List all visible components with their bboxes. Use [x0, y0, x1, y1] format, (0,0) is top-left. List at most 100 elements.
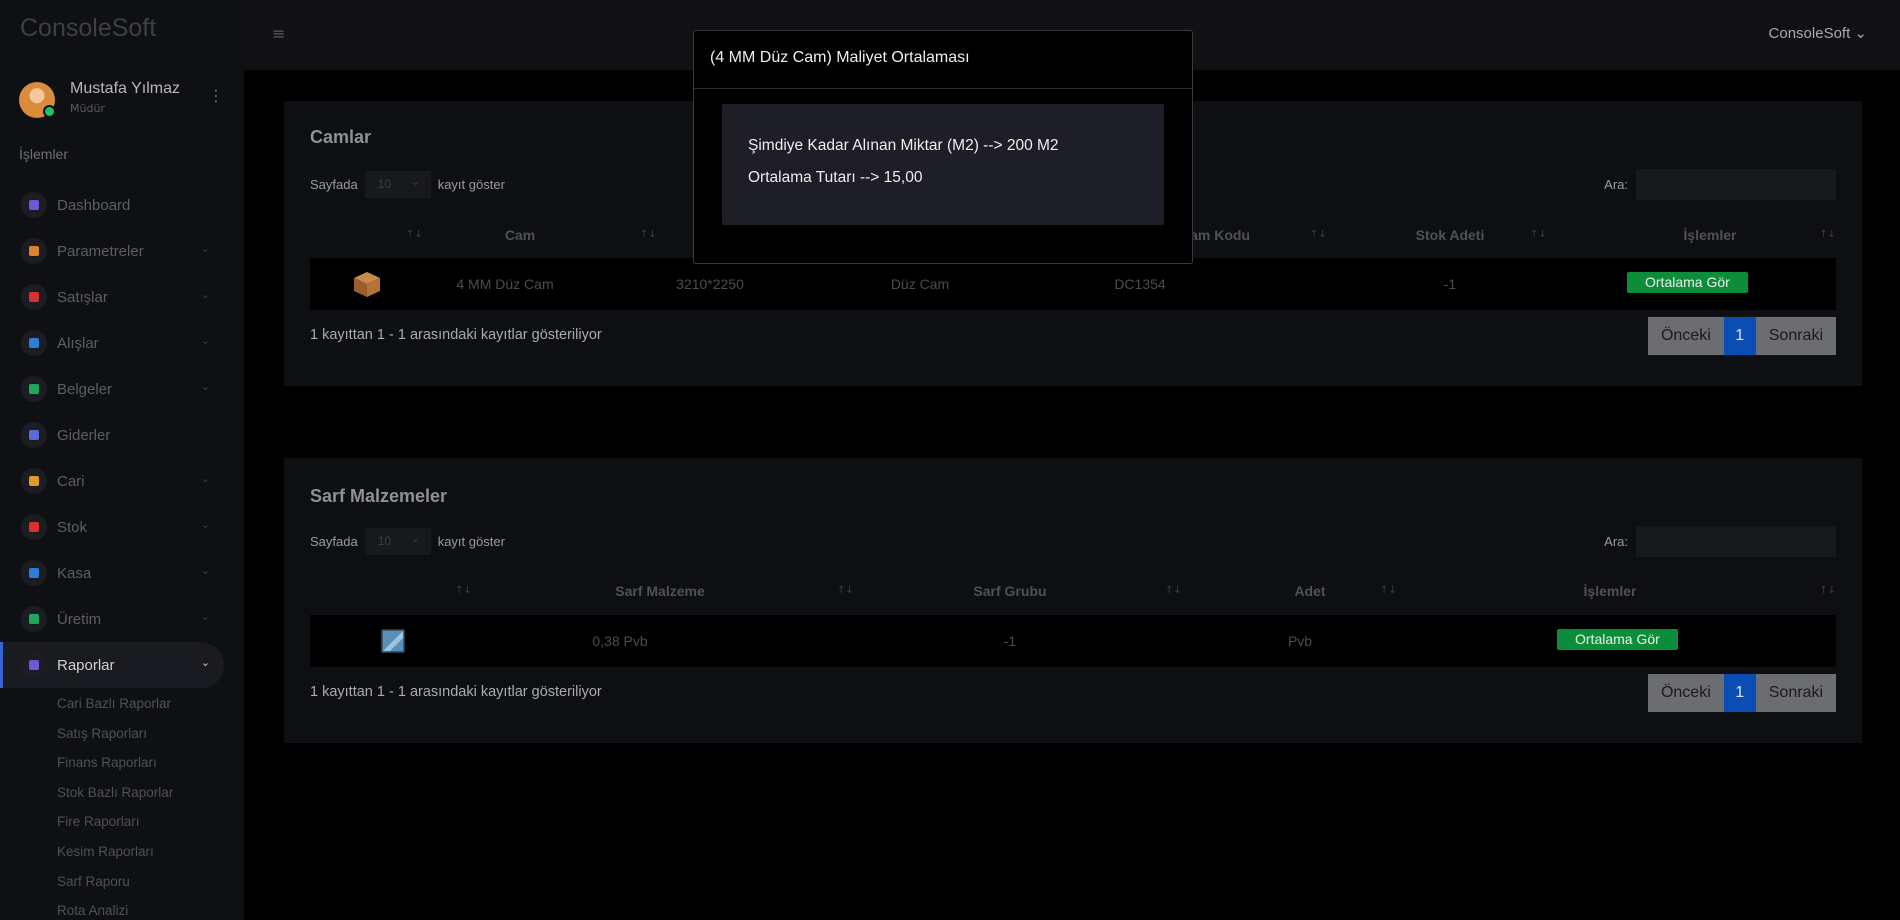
app-root: ConsoleSoft Mustafa Yılmaz Müdür ⋮ İşlem…: [0, 0, 1900, 920]
ortalama-gor-button[interactable]: Ortalama Gör: [1557, 629, 1678, 650]
sidebar-item-belgeler[interactable]: Belgeler ⌄: [0, 366, 224, 412]
sidebar-nav: Dashboard Parametreler ⌄ Satışlar ⌄ Alışlar ⌄ B…: [0, 182, 244, 688]
user-name: Mustafa Yılmaz: [70, 80, 180, 97]
stock-icon-glyph: [29, 522, 39, 532]
layers-icon-glyph: [29, 246, 39, 256]
camlar-length-select[interactable]: 10: [364, 171, 431, 198]
page-1-button[interactable]: 1: [1723, 674, 1756, 712]
chevron-down-icon: ⌄: [200, 288, 210, 301]
sidebar-item-label: Satışlar: [57, 288, 108, 306]
purchase-icon-glyph: [29, 338, 39, 348]
sidebar-item-sat-lar[interactable]: Satışlar ⌄: [0, 274, 224, 320]
next-page-button[interactable]: Sonraki: [1755, 317, 1836, 355]
submenu-item[interactable]: Cari Bazlı Raporlar: [57, 694, 173, 724]
expense-icon-glyph: [29, 430, 39, 440]
top-user-dropdown[interactable]: ConsoleSoft ⌄: [1769, 24, 1867, 42]
modal-body: Şimdiye Kadar Alınan Miktar (M2) --> 200…: [722, 104, 1164, 225]
cash-icon-glyph: [29, 568, 39, 578]
sidebar-item-label: Dashboard: [57, 196, 131, 214]
camlar-length: Sayfada 10 kayıt göster: [310, 171, 505, 198]
cost-average-modal: (4 MM Düz Cam) Maliyet Ortalaması Şimdiy…: [693, 30, 1193, 264]
sidebar-item-dashboard[interactable]: Dashboard: [0, 182, 224, 228]
reports-icon-glyph: [29, 660, 39, 670]
sidebar-item-label: Raporlar: [57, 656, 115, 674]
documents-icon: [21, 376, 47, 402]
submenu-item[interactable]: Satış Raporları: [57, 724, 173, 754]
sidebar-item-label: Parametreler: [57, 242, 144, 260]
submenu-item[interactable]: Kesim Raporları: [57, 842, 173, 872]
length-prefix: Sayfada: [310, 534, 358, 549]
expense-icon: [21, 422, 47, 448]
stock-icon: [21, 514, 47, 540]
cell-group: -1: [1003, 633, 1017, 649]
prev-page-button[interactable]: Önceki: [1647, 317, 1724, 355]
production-icon: [21, 606, 47, 632]
th-stok-adeti[interactable]: Stok Adeti: [1370, 216, 1530, 254]
sort-icon[interactable]: ↑↓: [837, 572, 854, 610]
cell-count: Pvb: [1287, 633, 1313, 649]
prev-page-button[interactable]: Önceki: [1647, 674, 1724, 712]
sarf-pagination: Önceki 1 Sonraki: [1647, 674, 1836, 712]
th-sarf-grubu[interactable]: Sarf Grubu: [910, 572, 1110, 610]
sarf-title: Sarf Malzemeler: [310, 486, 448, 506]
sales-icon: [21, 284, 47, 310]
sidebar-item-label: Belgeler: [57, 380, 113, 398]
submenu-item[interactable]: Fire Raporları: [57, 812, 173, 842]
next-page-button[interactable]: Sonraki: [1755, 674, 1836, 712]
sidebar-item-al-lar[interactable]: Alışlar ⌄: [0, 320, 224, 366]
sarf-table-header: ↑↓ Sarf Malzeme ↑↓ Sarf Grubu ↑↓ Adet ↑↓…: [310, 572, 1836, 610]
modal-title: (4 MM Düz Cam) Maliyet Ortalaması: [710, 49, 970, 66]
sidebar-item-giderler[interactable]: Giderler: [0, 412, 224, 458]
sarf-search-input[interactable]: [1636, 526, 1836, 557]
page-1-button[interactable]: 1: [1723, 317, 1756, 355]
reports-submenu: Cari Bazlı Raporlar Satış Raporları Finans…: [57, 694, 173, 920]
sort-icon[interactable]: ↑↓: [1819, 216, 1836, 254]
sort-icon[interactable]: ↑↓: [1380, 572, 1397, 610]
avatar[interactable]: [19, 82, 56, 118]
chevron-down-icon: ⌄: [1854, 25, 1867, 42]
brand-logo[interactable]: ConsoleSoft: [0, 0, 244, 70]
menu-toggle-icon[interactable]: ≡: [272, 24, 285, 43]
top-user-name: ConsoleSoft: [1768, 25, 1851, 42]
th-islemler[interactable]: İşlemler: [1510, 572, 1710, 610]
sort-icon[interactable]: ↑↓: [640, 216, 657, 254]
cell-code: DC1354: [1114, 276, 1166, 292]
submenu-item[interactable]: Rota Analizi: [57, 901, 173, 920]
chevron-down-icon: ⌄: [200, 610, 210, 623]
sidebar-item-label: Kasa: [57, 564, 92, 582]
submenu-item[interactable]: Sarf Raporu: [57, 872, 173, 902]
sort-icon[interactable]: ↑↓: [1530, 216, 1547, 254]
ortalama-gor-button[interactable]: Ortalama Gör: [1627, 272, 1748, 293]
camlar-search-input[interactable]: [1636, 169, 1836, 200]
submenu-item[interactable]: Finans Raporları: [57, 753, 173, 783]
sidebar-item-stok[interactable]: Stok ⌄: [0, 504, 224, 550]
submenu-item[interactable]: Stok Bazlı Raporlar: [57, 783, 173, 813]
sort-icon[interactable]: ↑↓: [1165, 572, 1182, 610]
sidebar-item-kasa[interactable]: Kasa ⌄: [0, 550, 224, 596]
th-sarf-malzeme[interactable]: Sarf Malzeme: [560, 572, 760, 610]
length-suffix: kayıt göster: [437, 177, 505, 192]
sort-icon[interactable]: ↑↓: [1310, 216, 1327, 254]
sidebar-item--retim[interactable]: Üretim ⌄: [0, 596, 224, 642]
th-adet[interactable]: Adet: [1240, 572, 1380, 610]
sidebar-item-raporlar[interactable]: Raporlar ⌄: [0, 642, 224, 688]
sidebar-item-parametreler[interactable]: Parametreler ⌄: [0, 228, 224, 274]
sarf-card: Sarf Malzemeler Sayfada 10 kayıt göster …: [284, 458, 1862, 743]
chevron-down-icon: ⌄: [200, 564, 210, 577]
sidebar-item-label: Stok: [57, 518, 88, 536]
sarf-length-select[interactable]: 10: [364, 528, 431, 555]
user-menu-icon[interactable]: ⋮: [208, 86, 224, 105]
length-suffix: kayıt göster: [437, 534, 505, 549]
th-cam[interactable]: Cam: [420, 216, 620, 254]
cell-stock: -1: [1443, 276, 1457, 292]
reports-icon: [21, 652, 47, 678]
table-row: 4 MM Düz Cam 3210*2250 Düz Cam DC1354 -1…: [310, 258, 1836, 310]
sort-icon[interactable]: ↑↓: [1819, 572, 1836, 610]
production-icon-glyph: [29, 614, 39, 624]
users-icon: [21, 468, 47, 494]
sort-icon[interactable]: ↑↓: [455, 572, 472, 610]
sidebar-item-cari[interactable]: Cari ⌄: [0, 458, 224, 504]
sidebar-item-label: Alışlar: [57, 334, 99, 352]
camlar-title: Camlar: [310, 127, 372, 147]
th-islemler[interactable]: İşlemler: [1600, 216, 1820, 254]
